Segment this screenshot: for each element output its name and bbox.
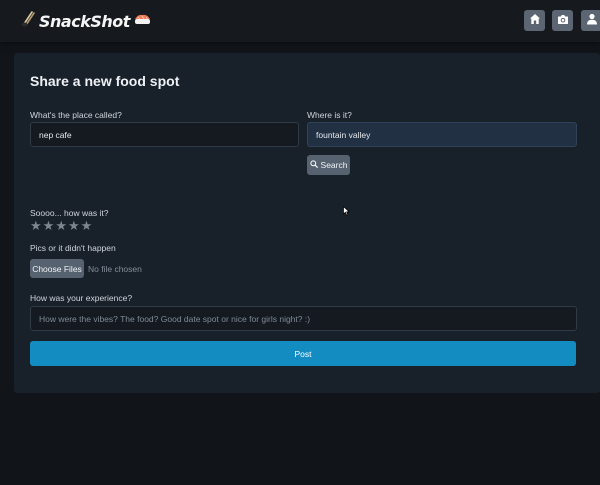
share-spot-card: Share a new food spot What's the place c… [14, 53, 600, 393]
profile-button[interactable] [581, 10, 600, 31]
experience-textarea[interactable]: How were the vibes? The food? Good date … [30, 306, 577, 331]
star-rating[interactable]: ★ ★ ★ ★ ★ [30, 220, 92, 233]
star-icon[interactable]: ★ [43, 220, 55, 233]
location-input[interactable]: fountain valley [307, 122, 577, 147]
location-label: Where is it? [307, 110, 352, 120]
rating-label: Soooo... how was it? [30, 208, 109, 218]
pics-label: Pics or it didn't happen [30, 243, 116, 253]
choose-files-button[interactable]: Choose Files [30, 259, 84, 278]
brand-name: SnackShot [39, 11, 130, 31]
mouse-cursor-icon [343, 203, 351, 221]
star-icon[interactable]: ★ [55, 220, 67, 233]
home-icon [529, 12, 541, 30]
search-button[interactable]: Search [307, 155, 350, 175]
experience-label: How was your experience? [30, 293, 133, 303]
camera-icon [557, 12, 569, 30]
brand-logo[interactable]: SnackShot [21, 10, 151, 32]
star-icon[interactable]: ★ [68, 220, 80, 233]
file-status: No file chosen [88, 264, 142, 274]
navbar: SnackShot [0, 0, 600, 42]
search-button-label: Search [320, 160, 348, 170]
home-button[interactable] [524, 10, 545, 31]
star-icon[interactable]: ★ [30, 220, 42, 233]
place-name-input[interactable]: nep cafe [30, 122, 299, 147]
user-icon [586, 12, 598, 30]
sushi-icon [134, 12, 151, 31]
chopsticks-icon [21, 10, 35, 32]
post-button[interactable]: Post [30, 341, 576, 366]
page-title: Share a new food spot [30, 73, 180, 89]
star-icon[interactable]: ★ [81, 220, 93, 233]
place-name-label: What's the place called? [30, 110, 122, 120]
camera-button[interactable] [552, 10, 573, 31]
search-icon [309, 160, 318, 170]
